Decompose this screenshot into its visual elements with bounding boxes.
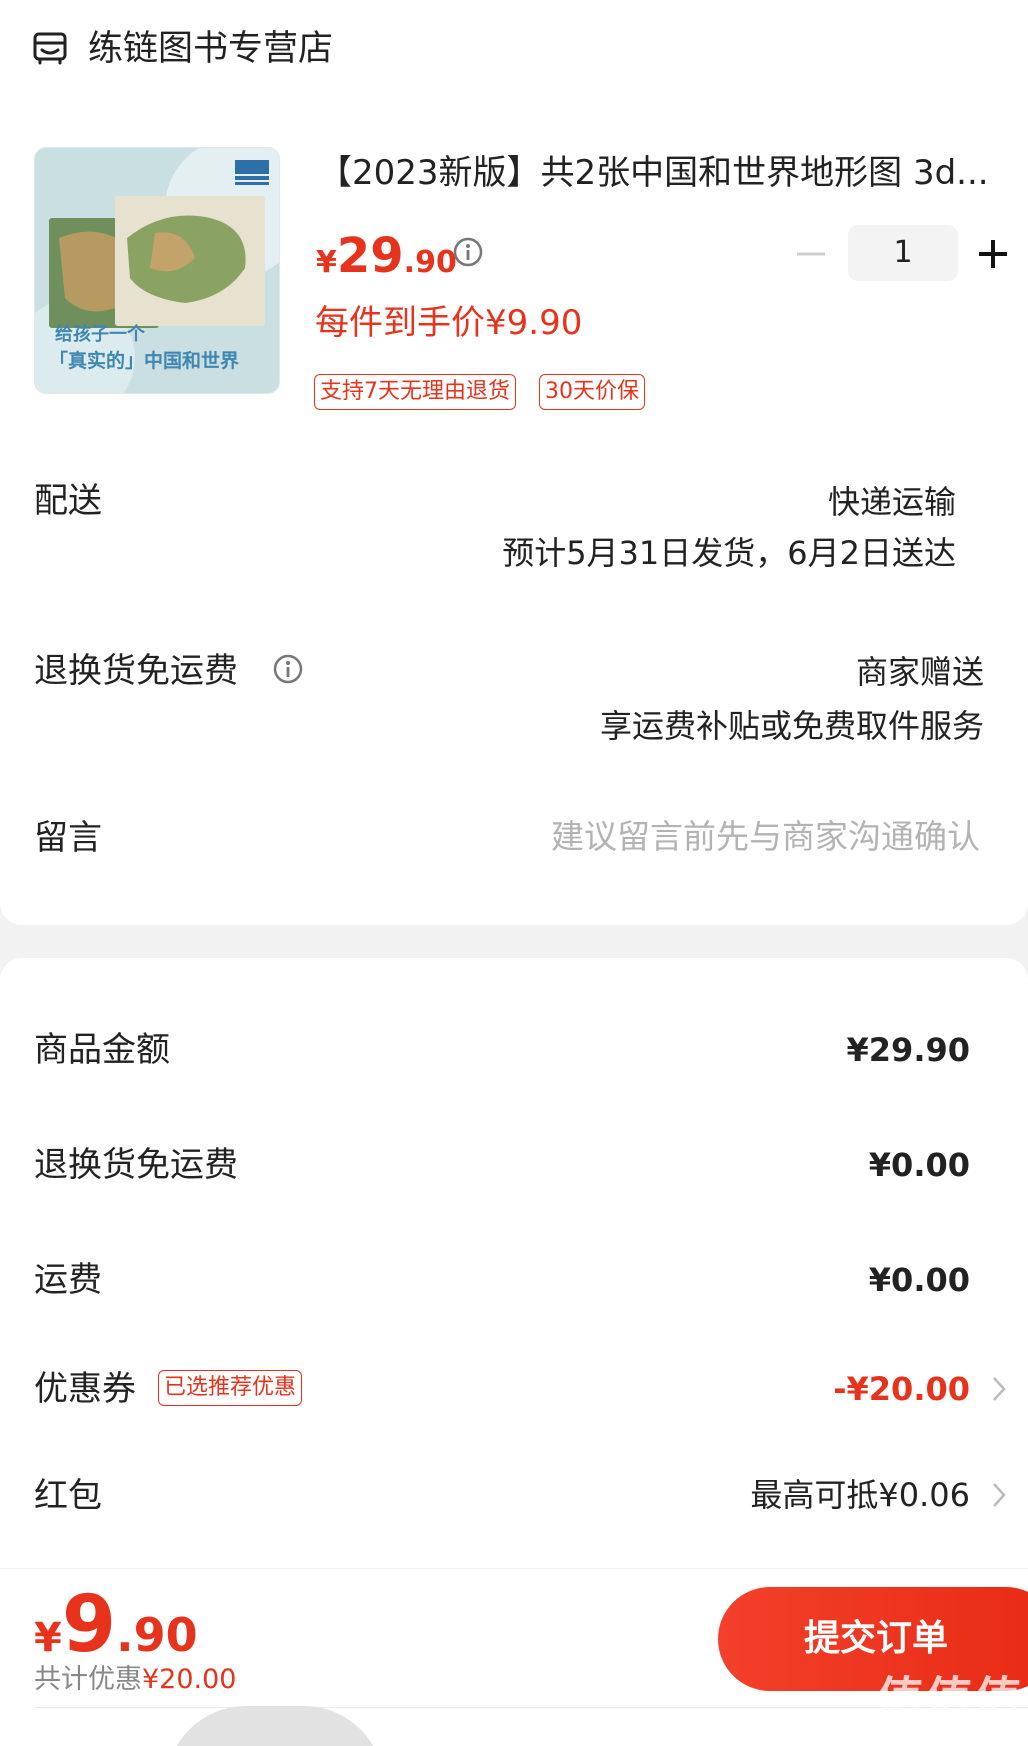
total-price: ¥9.90 — [34, 1580, 198, 1670]
total-integer: 9 — [61, 1580, 117, 1670]
goods-amount-label: 商品金额 — [34, 1030, 170, 1070]
per-item-final-price: 每件到手价¥9.90 — [315, 303, 583, 343]
red-packet-value[interactable]: 最高可抵¥0.06 — [750, 1473, 970, 1517]
coupon-recommended-badge: 已选推荐优惠 — [158, 1370, 303, 1406]
shipping-label: 运费 — [34, 1260, 102, 1300]
message-input[interactable]: 建议留言前先与商家沟通确认 — [551, 815, 980, 859]
store-name[interactable]: 练链图书专营店 — [88, 26, 333, 72]
goods-amount-value: ¥29.90 — [846, 1031, 970, 1069]
message-label: 留言 — [34, 818, 102, 858]
shipping-value: ¥0.00 — [868, 1261, 970, 1299]
delivery-label: 配送 — [34, 481, 102, 521]
price-currency: ¥ — [316, 245, 337, 280]
coupon-value[interactable]: -¥20.00 — [833, 1367, 970, 1411]
return-fee-value: ¥0.00 — [868, 1146, 970, 1184]
thumb-caption-2: 「真实的」中国和世界 — [49, 350, 240, 372]
coupon-label: 优惠券 — [34, 1369, 136, 1409]
total-decimal: .90 — [116, 1608, 198, 1662]
price-protection-tag: 30天价保 — [539, 374, 645, 410]
saving-amount: ¥20.00 — [142, 1664, 237, 1695]
price-decimal: .90 — [403, 245, 457, 280]
saving-label: 共计优惠 — [34, 1664, 142, 1695]
order-card — [0, 0, 1028, 925]
product-title[interactable]: 【2023新版】共2张中国和世界地形图 3d... — [318, 150, 998, 196]
return-fee-label: 退换货免运费 — [34, 1145, 238, 1185]
product-thumbnail[interactable]: 给孩子一个 「真实的」中国和世界 — [34, 147, 280, 394]
return-shipping-desc: 享运费补贴或免费取件服务 — [599, 707, 984, 745]
quantity-increase-button[interactable] — [975, 236, 1011, 272]
coupon-chevron-right-icon[interactable] — [990, 1374, 1008, 1404]
total-currency: ¥ — [34, 1615, 62, 1661]
price-info-icon[interactable] — [452, 236, 484, 268]
total-saving: 共计优惠¥20.00 — [34, 1662, 236, 1698]
watermark-url: zhizhizhi.com — [877, 1715, 1013, 1739]
quantity-input[interactable]: 1 — [848, 225, 958, 281]
return-shipping-info-icon[interactable] — [272, 653, 304, 685]
red-packet-chevron-right-icon[interactable] — [990, 1480, 1008, 1510]
red-packet-label: 红包 — [34, 1476, 102, 1516]
return-shipping-label: 退换货免运费 — [34, 651, 238, 691]
delivery-estimate: 预计5月31日发货，6月2日送达 — [502, 534, 956, 572]
price-integer: 29 — [336, 228, 404, 284]
delivery-method[interactable]: 快递运输 — [828, 480, 956, 524]
return-policy-tag: 支持7天无理由退货 — [314, 374, 516, 410]
quantity-decrease-button[interactable] — [793, 236, 829, 272]
unit-price: ¥29.90 — [316, 228, 457, 284]
return-shipping-value: 商家赠送 — [855, 653, 984, 691]
store-icon — [33, 32, 67, 65]
thumb-caption-1: 给孩子一个 — [55, 324, 145, 345]
